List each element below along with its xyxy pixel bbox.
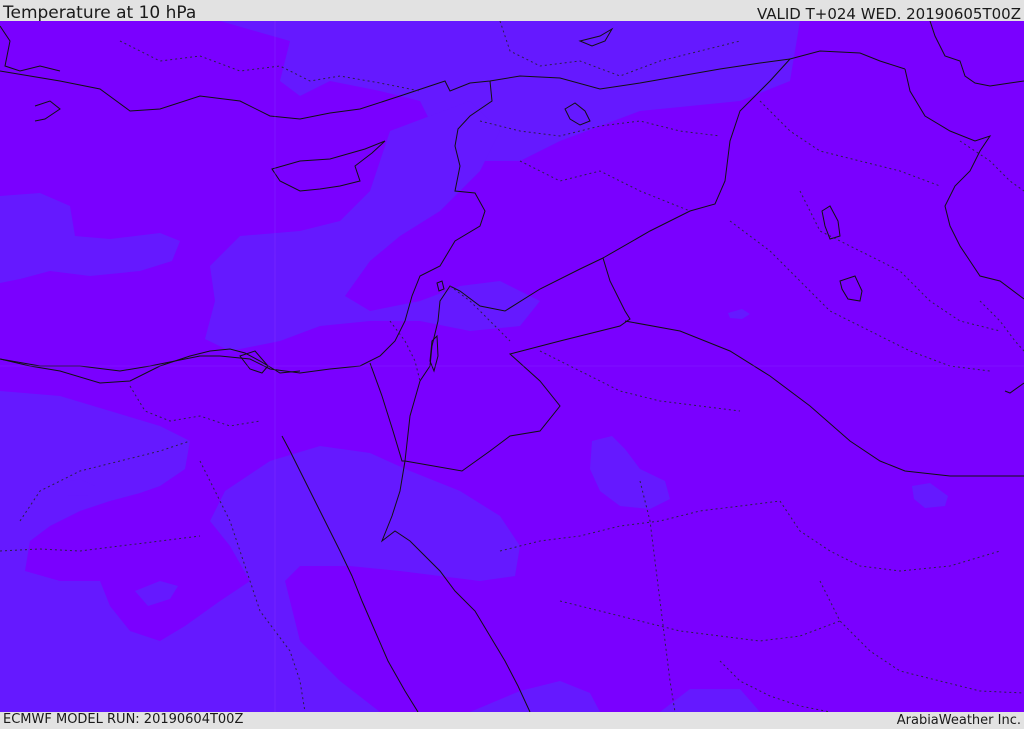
footer-bar: ECMWF MODEL RUN: 20190604T00Z ArabiaWeat… xyxy=(0,712,1024,729)
map-canvas[interactable] xyxy=(0,21,1024,712)
weather-map-page: Temperature at 10 hPa VALID T+024 WED. 2… xyxy=(0,0,1024,729)
map-svg xyxy=(0,21,1024,712)
header-bar: Temperature at 10 hPa VALID T+024 WED. 2… xyxy=(0,0,1024,23)
provider-credit: ArabiaWeather Inc. xyxy=(896,713,1021,728)
model-run-label: ECMWF MODEL RUN: 20190604T00Z xyxy=(3,712,244,727)
map-title: Temperature at 10 hPa xyxy=(3,3,197,23)
